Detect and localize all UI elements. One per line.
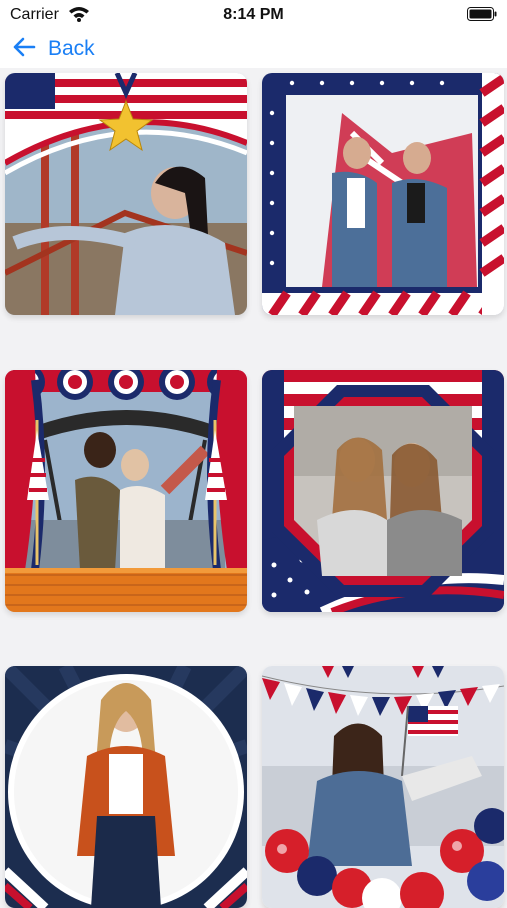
battery-icon (467, 7, 497, 21)
clock-time: 8:14 PM (223, 6, 284, 23)
frame-thumbnail-4[interactable] (262, 370, 504, 612)
circle-frame-image (5, 666, 247, 908)
stage-curtain-frame-image (5, 370, 247, 612)
frame-thumbnail-3[interactable] (5, 370, 247, 612)
frame-thumbnail-2[interactable] (262, 73, 504, 315)
back-button[interactable]: Back (12, 30, 95, 68)
frame-grid (0, 68, 507, 908)
frame-thumbnail-5[interactable] (5, 666, 247, 908)
octagon-frame-image (262, 370, 504, 612)
arrow-left-icon (12, 37, 36, 62)
frame-thumbnail-1[interactable] (5, 73, 247, 315)
bunting-balloons-frame-image (262, 666, 504, 908)
navigation-bar: Back (0, 30, 507, 68)
frame-thumbnail-6[interactable] (262, 666, 504, 908)
status-bar: Carrier 8:14 PM (0, 0, 507, 30)
back-label: Back (48, 37, 95, 60)
flag-arch-frame-image (5, 73, 247, 315)
stars-stripes-border-image (262, 73, 504, 315)
